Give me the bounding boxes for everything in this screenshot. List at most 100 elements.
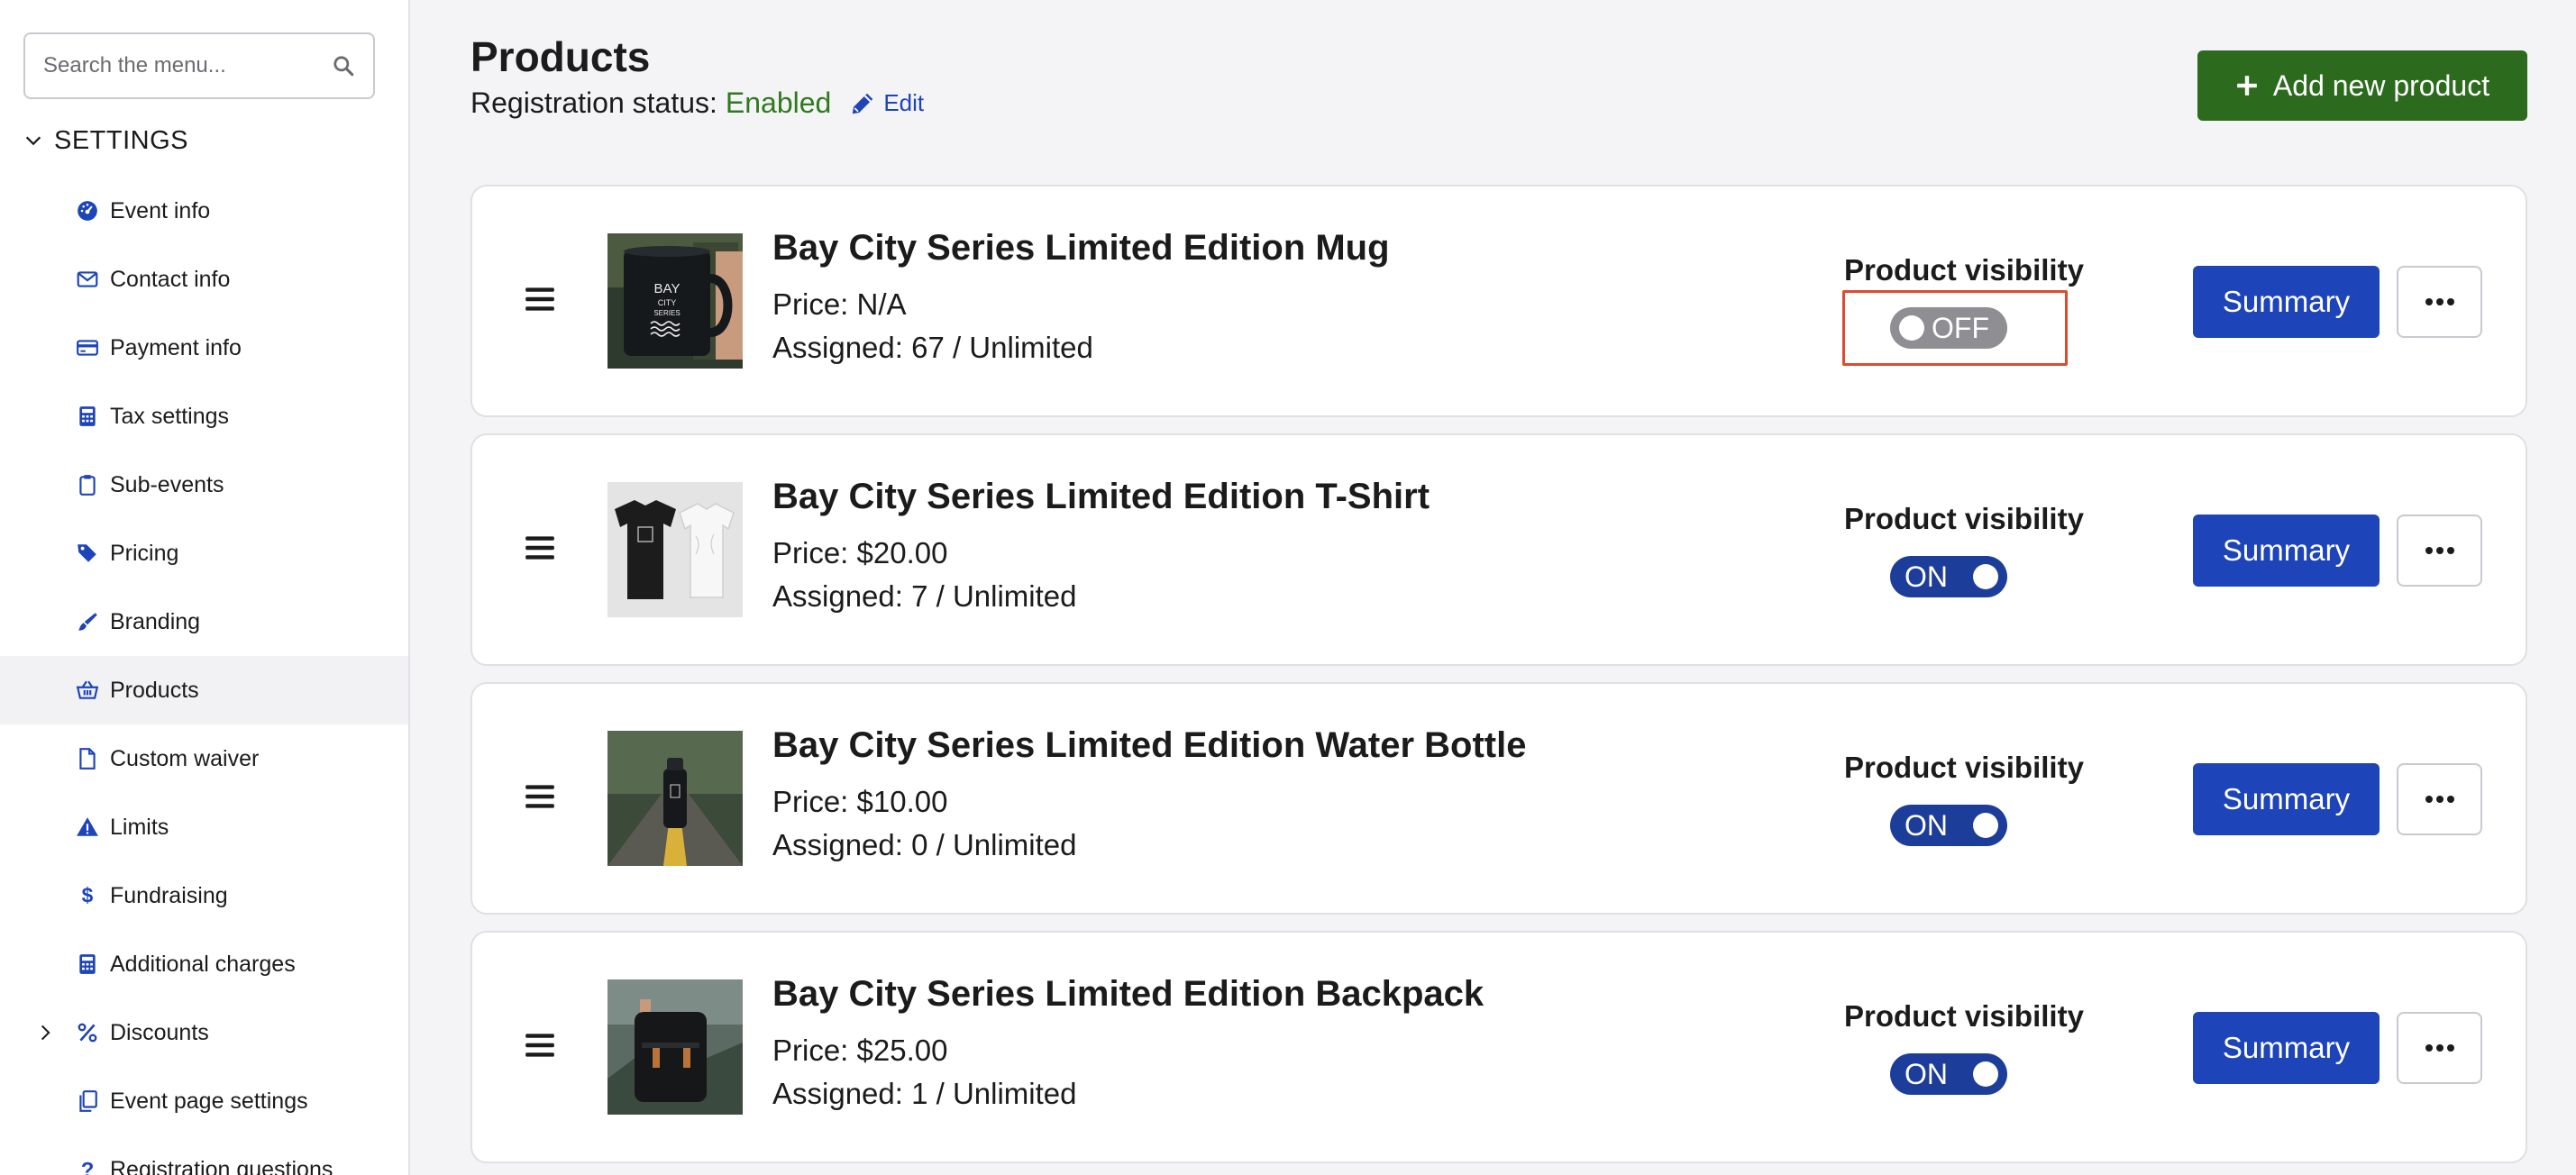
sidebar-item-registration-questions[interactable]: ? Registration questions (0, 1135, 408, 1175)
sidebar-item-products[interactable]: Products (0, 656, 408, 724)
product-assigned: Assigned: 67 / Unlimited (772, 331, 1093, 364)
mug-logo-line2: CITY (658, 298, 677, 307)
product-thumbnail-mug: BAY CITY SERIES (607, 233, 743, 369)
product-card: Bay City Series Limited Edition Backpack… (470, 931, 2527, 1163)
sidebar-item-label: Additional charges (110, 951, 296, 977)
more-options-button[interactable] (2397, 266, 2482, 338)
sidebar: SETTINGS Event info Contact info Payment… (0, 0, 410, 1175)
menu-search (23, 32, 375, 99)
gauge-icon (76, 199, 99, 223)
toggle-state-text: ON (1905, 808, 1948, 842)
product-price: Price: $20.00 (772, 536, 948, 569)
paintbrush-icon (76, 610, 99, 633)
svg-text:$: $ (82, 884, 94, 907)
sidebar-item-additional-charges[interactable]: Additional charges (0, 930, 408, 998)
edit-registration-link[interactable]: Edit (849, 89, 924, 117)
sidebar-item-label: Event info (110, 197, 211, 223)
product-list: BAY CITY SERIES Bay City Series Limited … (470, 185, 2527, 1175)
product-visibility-toggle[interactable]: ON (1890, 556, 2007, 597)
copy-icon (76, 1089, 99, 1113)
mug-logo-line3: SERIES (653, 309, 680, 317)
sidebar-item-label: Limits (110, 814, 169, 840)
sidebar-item-label: Event page settings (110, 1088, 308, 1114)
product-assigned: Assigned: 7 / Unlimited (772, 579, 1077, 613)
registration-status: Registration status: Enabled Edit (470, 87, 924, 120)
settings-section-title: SETTINGS (54, 125, 189, 155)
summary-button[interactable]: Summary (2193, 1012, 2380, 1084)
product-price: Price: N/A (772, 287, 907, 321)
sidebar-item-event-page-settings[interactable]: Event page settings (0, 1067, 408, 1135)
chevron-down-icon (25, 136, 41, 146)
more-options-button[interactable] (2397, 1012, 2482, 1084)
sidebar-item-discounts[interactable]: Discounts (0, 998, 408, 1067)
product-card: BAY CITY SERIES Bay City Series Limited … (470, 185, 2527, 417)
ellipsis-icon (2425, 796, 2454, 803)
toggle-state-text: ON (1905, 560, 1948, 593)
question-icon: ? (76, 1158, 99, 1175)
sidebar-item-label: Contact info (110, 266, 231, 292)
ellipsis-icon (2425, 298, 2454, 305)
product-thumbnail-backpack (607, 979, 743, 1115)
mug-logo-line1: BAY (654, 281, 681, 296)
more-options-button[interactable] (2397, 763, 2482, 835)
add-new-product-button[interactable]: Add new product (2197, 50, 2527, 121)
more-options-button[interactable] (2397, 515, 2482, 587)
settings-section-header[interactable]: SETTINGS (23, 123, 188, 159)
product-name: Bay City Series Limited Edition T-Shirt (772, 477, 1430, 516)
sidebar-item-tax-settings[interactable]: Tax settings (0, 382, 408, 451)
sidebar-item-event-info[interactable]: Event info (0, 177, 408, 245)
sidebar-item-fundraising[interactable]: $ Fundraising (0, 861, 408, 930)
summary-button[interactable]: Summary (2193, 515, 2380, 587)
product-thumbnail-water-bottle (607, 731, 743, 866)
sidebar-item-label: Discounts (110, 1019, 209, 1045)
percent-icon (76, 1021, 99, 1044)
sidebar-item-label: Tax settings (110, 403, 230, 429)
main-content: Products Registration status: Enabled Ed… (410, 0, 2576, 1175)
registration-status-value: Enabled (725, 87, 832, 119)
product-visibility-label: Product visibility (1844, 253, 2084, 287)
product-visibility-toggle[interactable]: ON (1890, 805, 2007, 846)
sidebar-item-label: Sub-events (110, 471, 224, 497)
sidebar-item-contact-info[interactable]: Contact info (0, 245, 408, 314)
summary-button[interactable]: Summary (2193, 763, 2380, 835)
sidebar-item-custom-waiver[interactable]: Custom waiver (0, 724, 408, 793)
dollar-icon: $ (76, 884, 99, 907)
basket-icon (76, 679, 99, 702)
tags-icon (76, 542, 99, 565)
drag-handle-icon[interactable] (523, 531, 557, 565)
product-visibility-toggle[interactable]: OFF (1890, 307, 2007, 349)
svg-text:?: ? (81, 1159, 95, 1175)
ellipsis-icon (2425, 547, 2454, 554)
drag-handle-icon[interactable] (523, 282, 557, 316)
product-card: Bay City Series Limited Edition Water Bo… (470, 682, 2527, 915)
product-card: Bay City Series Limited Edition T-Shirt … (470, 433, 2527, 666)
sidebar-item-label: Registration questions (110, 1156, 333, 1175)
product-price: Price: $25.00 (772, 1034, 948, 1067)
product-visibility-toggle[interactable]: ON (1890, 1053, 2007, 1095)
envelope-icon (76, 268, 99, 291)
sidebar-item-branding[interactable]: Branding (0, 588, 408, 656)
sidebar-item-payment-info[interactable]: Payment info (0, 314, 408, 382)
edit-label: Edit (883, 89, 925, 116)
product-assigned: Assigned: 1 / Unlimited (772, 1077, 1077, 1110)
sidebar-item-limits[interactable]: Limits (0, 793, 408, 861)
product-assigned: Assigned: 0 / Unlimited (772, 828, 1077, 861)
sidebar-item-sub-events[interactable]: Sub-events (0, 451, 408, 519)
drag-handle-icon[interactable] (523, 1028, 557, 1062)
add-new-product-label: Add new product (2272, 68, 2490, 102)
chevron-right-icon[interactable] (36, 1024, 54, 1042)
sidebar-item-label: Branding (110, 608, 201, 634)
menu-search-input[interactable] (25, 34, 314, 97)
summary-button[interactable]: Summary (2193, 266, 2380, 338)
toggle-state-text: OFF (1932, 311, 1989, 344)
drag-handle-icon[interactable] (523, 779, 557, 814)
plus-icon (2237, 76, 2257, 96)
sidebar-item-pricing[interactable]: Pricing (0, 519, 408, 588)
page-title: Products (470, 33, 651, 80)
toggle-knob (1899, 315, 1924, 341)
search-icon[interactable] (332, 54, 355, 77)
credit-card-icon (76, 336, 99, 360)
sidebar-item-label: Pricing (110, 540, 179, 566)
sidebar-item-label: Custom waiver (110, 745, 260, 771)
product-visibility-label: Product visibility (1844, 502, 2084, 535)
